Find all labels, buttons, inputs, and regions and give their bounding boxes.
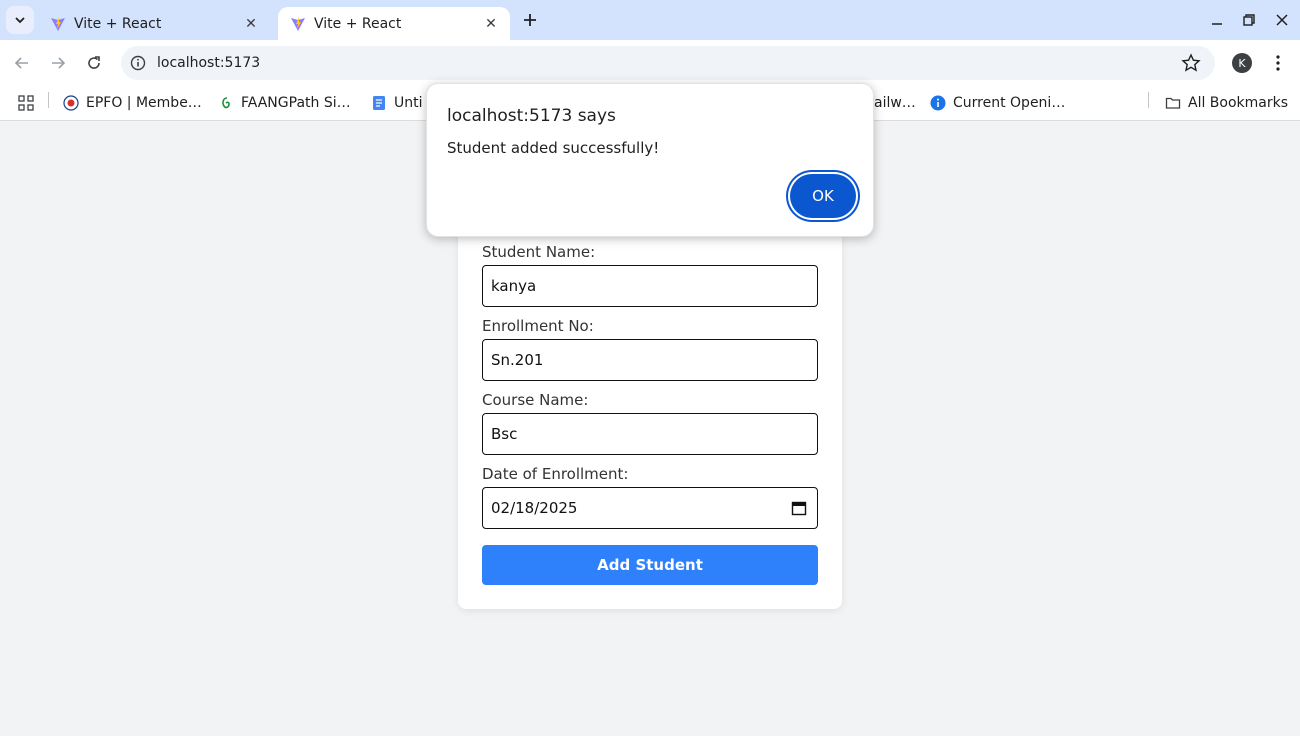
enrollment-date-value: 02/18/2025 (491, 499, 578, 517)
folder-icon (1165, 95, 1181, 111)
close-icon (1276, 14, 1288, 26)
all-bookmarks-label: All Bookmarks (1188, 95, 1289, 111)
tab-inactive[interactable]: Vite + React ✕ (38, 7, 270, 40)
docs-icon (371, 95, 387, 111)
minimize-button[interactable] (1205, 8, 1229, 32)
tab-search-button[interactable] (6, 6, 34, 34)
url-text: localhost:5173 (157, 55, 261, 71)
enrollment-no-label: Enrollment No: (482, 317, 594, 335)
bookmark-label: Current Openi… (953, 95, 1066, 111)
vite-icon (291, 16, 305, 31)
address-bar[interactable]: localhost:5173 (121, 46, 1215, 80)
bookmark-label: ailw… (874, 95, 916, 111)
kebab-menu-icon (1276, 55, 1280, 71)
calendar-icon[interactable] (791, 500, 807, 516)
chevron-down-icon (15, 17, 25, 24)
course-name-label: Course Name: (482, 391, 589, 409)
new-tab-button[interactable] (518, 8, 542, 32)
epfo-icon (63, 95, 79, 111)
alert-dialog: localhost:5173 says Student added succes… (426, 83, 874, 237)
reload-button[interactable] (80, 49, 108, 77)
all-bookmarks-button[interactable]: All Bookmarks (1165, 91, 1288, 115)
faangpath-icon (218, 95, 234, 111)
close-icon[interactable]: ✕ (482, 15, 500, 33)
more-menu-button[interactable] (1268, 53, 1288, 73)
bookmark-label: EPFO | Membe… (86, 95, 202, 111)
bookmark-partial[interactable]: ailw… (874, 91, 916, 115)
enrollment-no-input[interactable]: Sn.201 (482, 339, 818, 381)
student-name-input[interactable]: kanya (482, 265, 818, 307)
tab-title: Vite + React (74, 15, 162, 32)
tab-strip: Vite + React ✕ Vite + React ✕ (0, 0, 1300, 40)
student-form-card: Student Name: kanya Enrollment No: Sn.20… (458, 181, 842, 609)
apps-grid-icon (18, 95, 34, 111)
dialog-message: Student added successfully! (447, 139, 660, 157)
info-blue-icon (930, 95, 946, 111)
plus-icon (524, 14, 536, 26)
bookmarks-divider (48, 92, 49, 108)
tab-title: Vite + React (314, 15, 402, 32)
close-window-button[interactable] (1270, 8, 1294, 32)
tab-active[interactable]: Vite + React ✕ (278, 7, 510, 40)
profile-avatar[interactable]: K (1232, 53, 1252, 73)
ok-button[interactable]: OK (790, 174, 856, 218)
bookmark-label: FAANGPath Si… (241, 95, 351, 111)
close-icon[interactable]: ✕ (242, 15, 260, 33)
enrollment-date-label: Date of Enrollment: (482, 465, 629, 483)
minimize-icon (1212, 23, 1222, 25)
add-student-button[interactable]: Add Student (482, 545, 818, 585)
bookmark-current-openings[interactable]: Current Openi… (930, 91, 1065, 115)
bookmark-untitled[interactable]: Unti (371, 91, 423, 115)
reload-icon (88, 56, 100, 69)
bookmark-epfo[interactable]: EPFO | Membe… (63, 91, 202, 115)
browser-toolbar: localhost:5173 K (0, 40, 1300, 85)
student-name-label: Student Name: (482, 243, 596, 261)
course-name-input[interactable]: Bsc (482, 413, 818, 455)
enrollment-date-input[interactable]: 02/18/2025 (482, 487, 818, 529)
restore-button[interactable] (1237, 8, 1261, 32)
bookmark-star-icon[interactable] (1181, 53, 1201, 73)
restore-icon (1243, 14, 1255, 26)
bookmark-label: Unti (394, 95, 423, 111)
bookmark-faangpath[interactable]: FAANGPath Si… (218, 91, 351, 115)
bookmarks-divider (1148, 92, 1149, 108)
apps-button[interactable] (18, 91, 34, 115)
forward-button[interactable] (44, 49, 72, 77)
vite-icon (51, 16, 65, 31)
dialog-title: localhost:5173 says (447, 106, 616, 126)
site-info-icon[interactable] (128, 53, 148, 73)
arrow-left-icon (14, 57, 28, 69)
back-button[interactable] (8, 49, 36, 77)
arrow-right-icon (52, 57, 66, 69)
